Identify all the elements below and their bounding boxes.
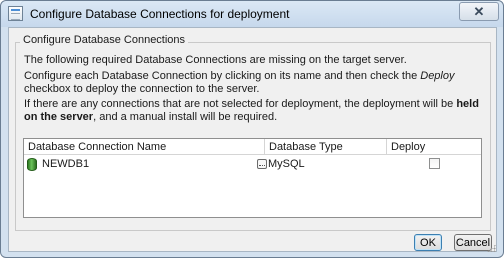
ok-button-label: OK [420, 236, 436, 249]
close-icon: ✕ [473, 3, 485, 19]
connection-type: MySQL [268, 158, 305, 170]
missing-connections-message: The following required Database Connecti… [24, 54, 488, 67]
instructions-deploy-emphasis: Deploy [420, 70, 455, 82]
ok-button[interactable]: OK [414, 234, 442, 251]
warning-text: If there are any connections that are no… [24, 98, 457, 110]
table-row[interactable]: NEWDB1 MySQL [24, 157, 481, 172]
column-header-deploy[interactable]: Deploy [387, 139, 481, 154]
dialog-body: Configure Database Connections The follo… [8, 27, 497, 252]
close-button[interactable]: ✕ [459, 2, 499, 21]
message-line-1: The following required Database Connecti… [24, 54, 407, 66]
held-on-server-warning: If there are any connections that are no… [24, 98, 488, 124]
instructions-text-end: checkbox to deploy the connection to the… [24, 83, 260, 95]
cancel-button-label: Cancel [455, 236, 491, 249]
column-header-name[interactable]: Database Connection Name [24, 139, 265, 154]
column-header-type[interactable]: Database Type [265, 139, 387, 154]
database-icon [27, 158, 37, 171]
cancel-button[interactable]: Cancel [454, 234, 492, 251]
instructions-text: Configure each Database Connection by cl… [24, 70, 421, 82]
configure-instructions: Configure each Database Connection by cl… [24, 70, 488, 96]
connections-group: Configure Database Connections The follo… [15, 34, 491, 231]
deploy-checkbox[interactable] [429, 158, 440, 169]
app-window-icon [8, 6, 23, 21]
window-title: Configure Database Connections for deplo… [30, 7, 290, 21]
dialog-window: Configure Database Connections for deplo… [0, 0, 504, 258]
title-bar[interactable]: Configure Database Connections for deplo… [1, 1, 503, 27]
group-title: Configure Database Connections [20, 34, 189, 46]
connections-table: Database Connection Name Database Type D… [23, 138, 482, 218]
table-header: Database Connection Name Database Type D… [24, 139, 481, 155]
connection-name-link[interactable]: NEWDB1 [42, 158, 89, 170]
warning-text-end: , and a manual install will be required. [93, 111, 278, 123]
database-type-icon [257, 159, 267, 169]
